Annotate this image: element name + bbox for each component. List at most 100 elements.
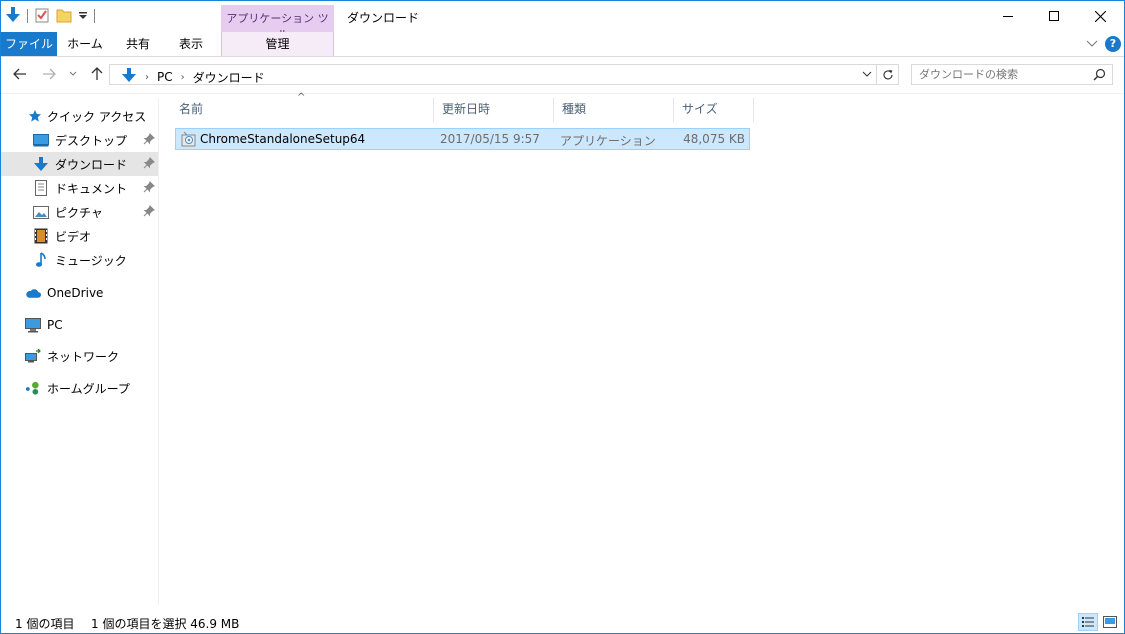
chevron-down-icon bbox=[1086, 40, 1098, 47]
minimize-icon bbox=[1003, 16, 1013, 17]
nav-quick-access-label: クイック アクセス bbox=[47, 109, 147, 124]
window-title: ダウンロード bbox=[347, 11, 420, 25]
pin-icon[interactable] bbox=[143, 205, 155, 220]
nav-quick-access[interactable]: クイック アクセス bbox=[1, 104, 158, 128]
column-header-date[interactable]: 更新日時 bbox=[434, 98, 554, 122]
properties-icon[interactable] bbox=[34, 7, 50, 26]
qat-separator bbox=[27, 9, 28, 23]
ribbon-tab-bar: ファイル ホーム 共有 表示 管理 bbox=[1, 32, 1124, 57]
chevron-down-icon bbox=[862, 71, 872, 77]
sidebar-item-videos[interactable]: ビデオ bbox=[1, 224, 158, 248]
sidebar-item-label: ピクチャ bbox=[55, 205, 103, 220]
homegroup-icon bbox=[25, 380, 41, 396]
navigation-pane: クイック アクセス デスクトップ ダウンロード ドキュメント ピクチャ ビデオ … bbox=[1, 98, 159, 605]
installer-icon bbox=[181, 131, 197, 150]
nav-pc-label: PC bbox=[47, 318, 63, 332]
forward-button[interactable] bbox=[39, 64, 59, 84]
help-button[interactable]: ? bbox=[1105, 36, 1121, 52]
recent-locations-button[interactable] bbox=[63, 64, 83, 84]
arrow-up-icon bbox=[91, 67, 103, 80]
arrow-left-icon bbox=[13, 68, 26, 80]
cloud-icon bbox=[25, 285, 41, 301]
refresh-icon bbox=[883, 69, 893, 79]
up-button[interactable] bbox=[87, 64, 107, 84]
chevron-down-icon bbox=[69, 71, 77, 76]
sidebar-item-documents[interactable]: ドキュメント bbox=[1, 176, 158, 200]
video-icon bbox=[33, 228, 49, 244]
sidebar-item-label: ミュージック bbox=[55, 253, 127, 268]
large-icons-view-button[interactable] bbox=[1100, 613, 1120, 631]
address-history-button[interactable] bbox=[861, 67, 873, 84]
large-icons-view-icon bbox=[1103, 616, 1117, 628]
selection-info: 1 個の項目を選択 46.9 MB bbox=[91, 617, 240, 631]
column-header-name[interactable]: 名前 bbox=[171, 98, 434, 122]
tab-view[interactable]: 表示 bbox=[166, 32, 216, 56]
nav-onedrive[interactable]: OneDrive bbox=[1, 281, 158, 305]
star-icon bbox=[27, 108, 43, 124]
computer-icon bbox=[25, 317, 41, 333]
breadcrumb: › PC › ダウンロード bbox=[121, 67, 265, 87]
breadcrumb-separator-icon[interactable]: › bbox=[181, 72, 185, 83]
maximize-icon bbox=[1049, 11, 1059, 21]
downloads-icon bbox=[33, 156, 49, 172]
table-row[interactable]: ChromeStandaloneSetup64 2017/05/15 9:57 … bbox=[175, 128, 750, 150]
sidebar-item-label: ビデオ bbox=[55, 229, 92, 244]
sidebar-item-label: デスクトップ bbox=[55, 133, 128, 148]
close-icon bbox=[1094, 10, 1106, 22]
minimize-button[interactable] bbox=[985, 1, 1031, 31]
breadcrumb-pc[interactable]: PC bbox=[157, 70, 173, 84]
sidebar-item-label: ダウンロード bbox=[55, 157, 128, 172]
search-box bbox=[911, 64, 1113, 85]
pin-icon[interactable] bbox=[143, 157, 155, 172]
breadcrumb-separator-icon[interactable]: › bbox=[145, 72, 149, 83]
desktop-icon bbox=[33, 132, 49, 148]
expand-ribbon-button[interactable] bbox=[1086, 37, 1098, 51]
nav-network-label: ネットワーク bbox=[47, 349, 120, 364]
maximize-button[interactable] bbox=[1031, 1, 1077, 31]
title-bar: アプリケーション ツール ダウンロード bbox=[1, 1, 1124, 41]
details-view-button[interactable] bbox=[1078, 613, 1098, 631]
sidebar-item-pictures[interactable]: ピクチャ bbox=[1, 200, 158, 224]
nav-onedrive-label: OneDrive bbox=[47, 286, 104, 300]
pin-icon[interactable] bbox=[143, 181, 155, 196]
qat-separator-end bbox=[94, 9, 95, 23]
sidebar-item-downloads[interactable]: ダウンロード bbox=[1, 152, 158, 176]
download-folder-icon[interactable] bbox=[5, 6, 21, 27]
quick-access-toolbar bbox=[5, 6, 95, 26]
new-folder-icon[interactable] bbox=[56, 7, 72, 26]
details-view-icon bbox=[1082, 617, 1094, 627]
network-icon bbox=[25, 348, 41, 364]
file-type: アプリケーション bbox=[560, 134, 656, 148]
nav-homegroup-label: ホームグループ bbox=[47, 381, 130, 396]
status-bar: 1 個の項目 1 個の項目を選択 46.9 MB bbox=[1, 611, 1124, 633]
music-note-icon bbox=[33, 252, 49, 268]
sidebar-item-label: ドキュメント bbox=[55, 181, 128, 196]
document-icon bbox=[33, 180, 49, 196]
item-count: 1 個の項目 bbox=[15, 617, 75, 631]
tab-share[interactable]: 共有 bbox=[113, 32, 163, 56]
customize-qat-icon[interactable] bbox=[78, 9, 88, 23]
nav-pc[interactable]: PC bbox=[1, 313, 158, 337]
tab-manage[interactable]: 管理 bbox=[221, 32, 334, 56]
sidebar-item-desktop[interactable]: デスクトップ bbox=[1, 128, 158, 152]
explorer-window: アプリケーション ツール ダウンロード ファイル ホーム 共有 表示 管理 ? bbox=[0, 0, 1125, 634]
back-button[interactable] bbox=[10, 64, 30, 84]
file-date: 2017/05/15 9:57 bbox=[440, 132, 540, 146]
search-input[interactable] bbox=[912, 65, 1094, 84]
tab-file[interactable]: ファイル bbox=[1, 32, 57, 56]
pictures-icon bbox=[33, 204, 49, 220]
nav-network[interactable]: ネットワーク bbox=[1, 344, 158, 368]
pin-icon[interactable] bbox=[143, 133, 155, 148]
tab-home[interactable]: ホーム bbox=[60, 32, 110, 56]
column-header-size[interactable]: サイズ bbox=[674, 98, 754, 122]
download-location-icon bbox=[121, 67, 137, 87]
search-icon[interactable] bbox=[1093, 68, 1106, 84]
close-button[interactable] bbox=[1077, 1, 1123, 31]
arrow-right-icon bbox=[43, 68, 56, 80]
nav-homegroup[interactable]: ホームグループ bbox=[1, 376, 158, 400]
column-header-type[interactable]: 種類 bbox=[554, 98, 674, 122]
sidebar-item-music[interactable]: ミュージック bbox=[1, 248, 158, 272]
file-size: 48,075 KB bbox=[683, 132, 745, 146]
breadcrumb-downloads[interactable]: ダウンロード bbox=[193, 69, 265, 86]
refresh-button[interactable] bbox=[877, 64, 899, 85]
